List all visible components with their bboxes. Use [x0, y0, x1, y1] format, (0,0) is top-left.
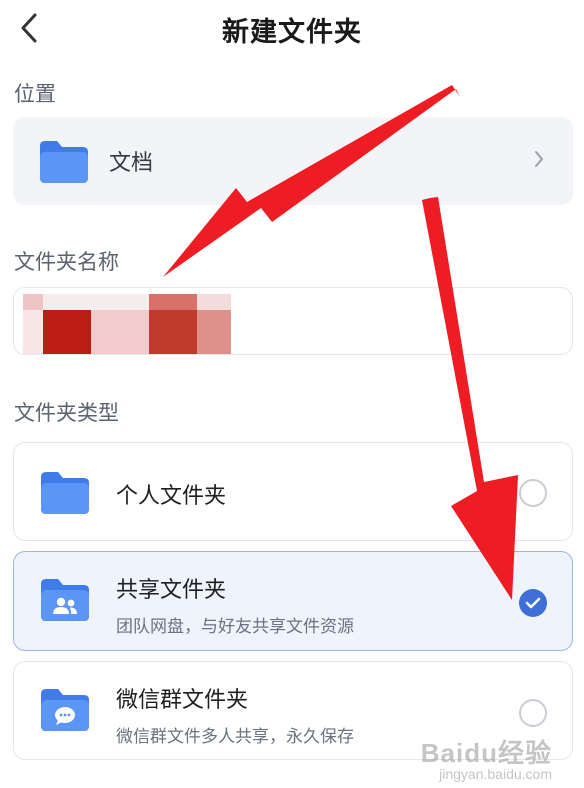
folder-icon — [40, 141, 88, 183]
checkmark-icon — [525, 597, 541, 609]
folder-name-label: 文件夹名称 — [14, 250, 119, 274]
option-shared-folder[interactable]: 共享文件夹 团队网盘，与好友共享文件资源 — [13, 551, 573, 651]
watermark-logo: Baidu经验 — [420, 738, 552, 768]
option-name: 个人文件夹 — [116, 484, 227, 509]
option-name: 共享文件夹 — [116, 578, 227, 603]
chevron-right-icon — [535, 151, 543, 167]
watermark: Baidu经验 jingyan.baidu.com — [421, 733, 552, 782]
header-bar: 新建文件夹 — [0, 0, 584, 60]
folder-name-field[interactable] — [13, 287, 573, 355]
shared-folder-icon — [41, 579, 89, 621]
folder-icon — [41, 472, 89, 514]
location-selector[interactable]: 文档 — [13, 117, 573, 205]
radio-unchecked[interactable] — [519, 479, 547, 507]
folder-type-label: 文件夹类型 — [14, 401, 119, 425]
radio-unchecked[interactable] — [519, 699, 547, 727]
location-folder-name: 文档 — [109, 151, 154, 176]
location-label: 位置 — [14, 82, 56, 106]
option-description: 微信群文件多人共享，永久保存 — [116, 727, 354, 747]
radio-checked[interactable] — [519, 589, 547, 617]
wechat-folder-icon — [41, 689, 89, 731]
folder-name-input[interactable] — [14, 288, 572, 354]
watermark-url: jingyan.baidu.com — [439, 766, 552, 782]
option-description: 团队网盘，与好友共享文件资源 — [116, 617, 354, 637]
option-name: 微信群文件夹 — [116, 688, 249, 713]
option-personal-folder[interactable]: 个人文件夹 — [13, 442, 573, 541]
page-title: 新建文件夹 — [222, 17, 362, 48]
